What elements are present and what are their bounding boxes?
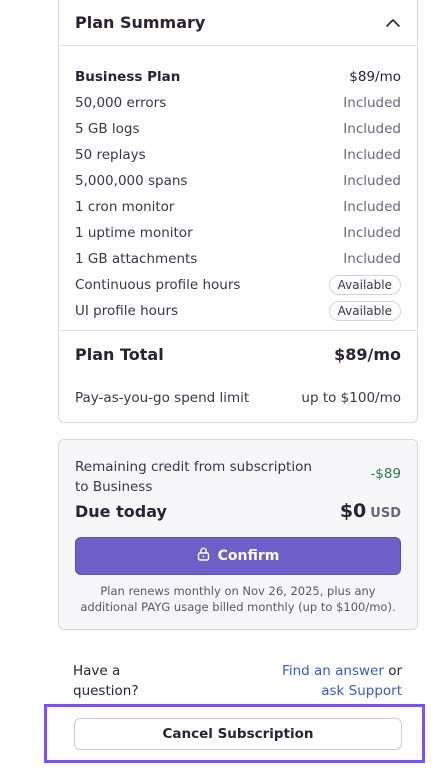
plan-item-name: Continuous profile hours [75,277,241,293]
spend-limit-value: up to $100/mo [301,390,401,406]
credit-amount: -$89 [370,466,401,482]
lock-icon [197,547,210,565]
plan-item-name: Business Plan [75,69,181,85]
plan-total-label: Plan Total [75,345,164,364]
plan-item-row: 1 cron monitor Included [75,194,401,220]
plan-item-row: Business Plan $89/mo [75,64,401,90]
plan-item-row: 1 GB attachments Included [75,246,401,272]
plan-item-name: 1 cron monitor [75,199,175,215]
plan-item-name: 5,000,000 spans [75,173,188,189]
credit-label: Remaining credit from subscription to Bu… [75,459,312,495]
plan-item-name: 5 GB logs [75,121,140,137]
help-question: Have a question? [73,663,139,699]
plan-total-row: Plan Total $89/mo [75,345,401,364]
ask-support-link[interactable]: ask Support [321,683,402,699]
plan-item-row: 50 replays Included [75,142,401,168]
plan-item-status: Included [343,173,401,189]
plan-item-status: Included [343,121,401,137]
availability-badge: Available [328,275,401,295]
plan-summary-title: Plan Summary [75,13,206,32]
plan-summary-card: Plan Summary Business Plan $89/mo 50,000… [58,0,418,423]
plan-item-status: Included [343,199,401,215]
plan-items-list: Business Plan $89/mo 50,000 errors Inclu… [59,46,417,324]
cancel-subscription-button[interactable]: Cancel Subscription [74,718,402,750]
plan-item-name: 50,000 errors [75,95,167,111]
availability-badge: Available [328,301,401,321]
plan-item-price: $89/mo [349,69,401,85]
plan-total-value: $89/mo [334,345,401,364]
plan-item-status: Included [343,251,401,267]
help-or: or [388,663,402,679]
chevron-up-icon[interactable] [385,15,401,31]
plan-item-row: 50,000 errors Included [75,90,401,116]
plan-summary-header[interactable]: Plan Summary [59,0,417,46]
plan-item-status: Included [343,147,401,163]
plan-item-row: 1 uptime monitor Included [75,220,401,246]
plan-item-name: UI profile hours [75,303,179,319]
confirm-button[interactable]: Confirm [75,537,401,575]
plan-item-status: Included [343,225,401,241]
help-links: Find an answer or ask Support [282,661,402,701]
plan-item-row: 5 GB logs Included [75,116,401,142]
due-today-amount: $0 USD [340,500,401,522]
due-currency: USD [370,506,401,521]
plan-item-row: 5,000,000 spans Included [75,168,401,194]
plan-item-row: Continuous profile hours Available [75,272,401,298]
plan-item-status: Included [343,95,401,111]
plan-item-row: UI profile hours Available [75,298,401,324]
plan-item-name: 50 replays [75,147,146,163]
find-answer-link[interactable]: Find an answer [282,663,384,679]
summary-divider [59,330,417,331]
plan-item-name: 1 uptime monitor [75,225,193,241]
spend-limit-row: Pay-as-you-go spend limit up to $100/mo [75,390,401,406]
payment-card: Remaining credit from subscription to Bu… [58,439,418,630]
due-today-label: Due today [75,502,167,521]
confirm-label: Confirm [217,548,280,564]
plan-item-name: 1 GB attachments [75,251,198,267]
due-today-value: $0 [339,500,367,522]
spend-limit-label: Pay-as-you-go spend limit [75,390,250,406]
renewal-note: Plan renews monthly on Nov 26, 2025, plu… [80,584,396,614]
